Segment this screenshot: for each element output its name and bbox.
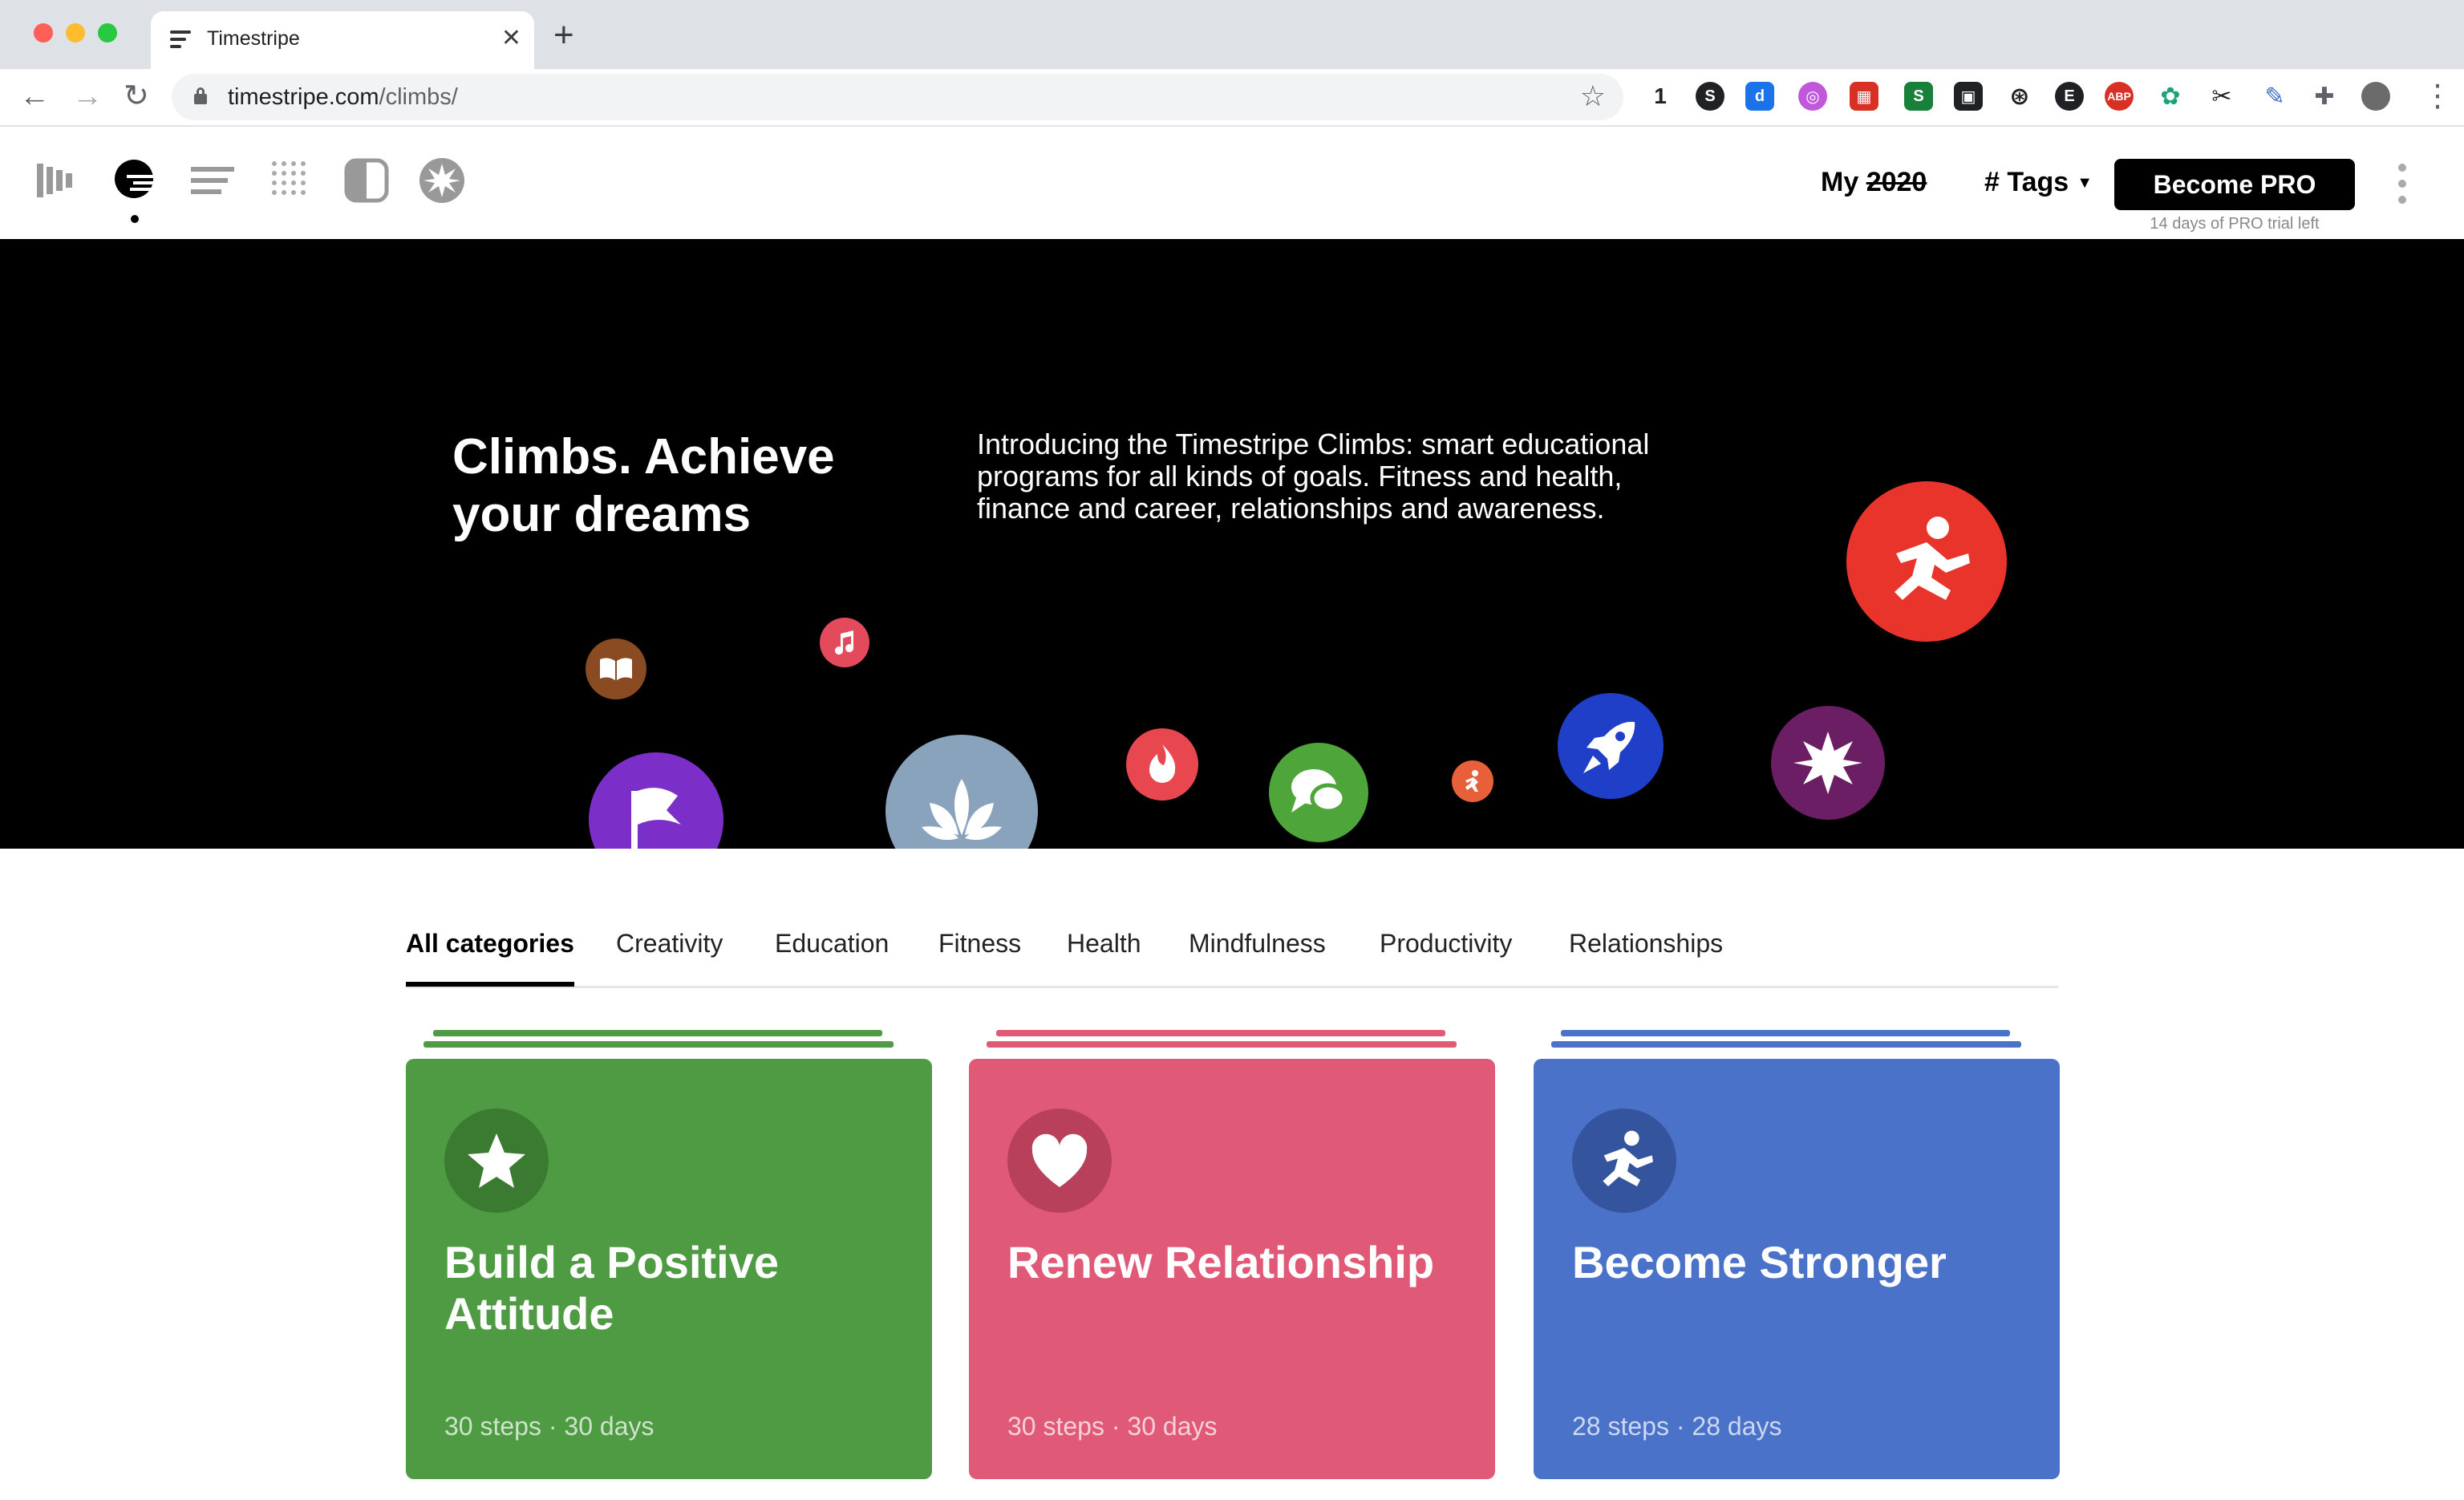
profile-avatar[interactable] [2361,82,2390,111]
address-bar[interactable]: timestripe.com/climbs/ ☆ [172,74,1623,120]
timestripe-favicon-icon [170,29,192,50]
tags-dropdown[interactable]: # Tags ▼ [1984,167,2093,198]
card-body[interactable]: Become Stronger 28 steps · 28 days [1534,1059,2060,1479]
hero-title: Climbs. Achieve your dreams [452,429,835,542]
reload-button[interactable]: ↻ [124,80,149,112]
back-button[interactable]: ← [19,80,50,112]
contrast-view-icon[interactable] [342,156,391,205]
browser-tab[interactable]: Timestripe ✕ [151,11,534,69]
runner-icon [1846,481,2007,642]
climbs-view-icon[interactable] [109,156,159,205]
minimize-window-button[interactable] [66,23,85,43]
tab-fitness[interactable]: Fitness [938,929,1021,959]
card-body[interactable]: Build a Positive Attitude 30 steps · 30 … [406,1059,932,1479]
extension-calendar-icon[interactable]: ▦ [1850,82,1878,111]
category-tabs: All categories Creativity Education Fitn… [406,929,2058,988]
heart-icon [1007,1109,1112,1213]
extension-pencil-icon[interactable]: ✎ [2260,82,2289,111]
rocket-icon [1558,693,1664,799]
lock-icon [194,87,207,104]
zoom-window-button[interactable] [98,23,117,43]
runner-icon [1572,1109,1676,1213]
extension-scissors-icon[interactable]: ✂ [2207,82,2236,111]
tab-mindfulness[interactable]: Mindfulness [1189,929,1326,959]
active-view-dot [131,215,139,223]
extension-count[interactable]: 1 [1646,82,1675,111]
card-stack-line [1561,1030,2010,1036]
chat-bubbles-icon [1269,743,1368,842]
tab-health[interactable]: Health [1067,929,1141,959]
card-title: Renew Relationship [1007,1237,1435,1287]
card-stack-line [424,1041,894,1048]
tab-title: Timestripe [207,27,300,50]
card-title: Build a Positive Attitude [444,1237,779,1339]
my-year-selector[interactable]: My 2020 [1821,167,1927,198]
tab-education[interactable]: Education [775,929,889,959]
card-meta: 30 steps · 30 days [444,1412,654,1441]
caret-down-icon: ▼ [2077,174,2093,192]
hero-description: Introducing the Timestripe Climbs: smart… [977,428,1650,525]
more-menu-icon[interactable] [2398,164,2406,204]
card-stack-line [996,1030,1445,1036]
lotus-icon [886,735,1038,849]
tab-all-categories[interactable]: All categories [406,929,574,987]
browser-menu-icon[interactable]: ⋮ [2422,80,2453,112]
extension-e-icon[interactable]: E [2055,82,2084,111]
flame-icon [1126,728,1198,801]
extension-video-icon[interactable]: ▣ [1954,82,1983,111]
small-runner-icon [1452,760,1493,802]
climb-card-positive-attitude[interactable]: Build a Positive Attitude 30 steps · 30 … [406,1030,932,1479]
star-icon [444,1109,549,1213]
new-tab-button[interactable]: + [553,18,574,53]
burst-view-icon[interactable] [417,156,467,205]
card-meta: 30 steps · 30 days [1007,1412,1218,1441]
close-tab-icon[interactable]: ✕ [501,26,521,51]
book-icon [586,639,646,699]
extension-s-icon[interactable]: S [1696,82,1724,111]
tab-relationships[interactable]: Relationships [1569,929,1723,959]
extension-d-icon[interactable]: d [1745,82,1774,111]
card-stack-line [433,1030,882,1036]
extension-grammar-icon[interactable]: ✿ [2156,82,2185,111]
app-header: My 2020 # Tags ▼ Become PRO 14 days of PR… [0,128,2464,239]
browser-toolbar: ← → ↻ timestripe.com/climbs/ ☆ 1 S d ◎ ▦… [0,69,2464,127]
climb-card-become-stronger[interactable]: Become Stronger 28 steps · 28 days [1534,1030,2060,1479]
card-title: Become Stronger [1572,1237,1947,1287]
extension-focus-icon[interactable]: ◎ [1798,82,1827,111]
starburst-icon [1771,706,1885,820]
card-stack-line [987,1041,1457,1048]
tab-productivity[interactable]: Productivity [1380,929,1512,959]
card-body[interactable]: Renew Relationship 30 steps · 30 days [969,1059,1495,1479]
list-view-icon[interactable] [188,156,237,205]
become-pro-button[interactable]: Become PRO [2114,159,2355,210]
url-text[interactable]: timestripe.com/climbs/ [228,84,458,111]
card-meta: 28 steps · 28 days [1572,1412,1782,1441]
grid-view-icon[interactable] [266,156,316,205]
hero-banner: Climbs. Achieve your dreams Introducing … [0,239,2464,849]
close-window-button[interactable] [34,23,53,43]
tab-creativity[interactable]: Creativity [616,929,723,959]
card-stack-line [1551,1041,2021,1048]
music-note-icon [820,618,869,667]
pro-trial-note: 14 days of PRO trial left [2150,215,2320,233]
extension-sheets-icon[interactable]: S [1904,82,1933,111]
extensions-puzzle-icon[interactable]: ✚ [2310,82,2339,111]
browser-tabstrip: Timestripe ✕ + [0,0,2464,69]
board-view-icon[interactable] [32,156,82,205]
flag-icon [589,752,723,849]
extension-adblock-icon[interactable]: ABP [2105,82,2134,111]
extension-chrome-icon[interactable]: ⊛ [2005,82,2034,111]
bookmark-star-icon[interactable]: ☆ [1580,80,1606,112]
forward-button[interactable]: → [72,80,103,112]
climb-card-renew-relationship[interactable]: Renew Relationship 30 steps · 30 days [969,1030,1495,1479]
